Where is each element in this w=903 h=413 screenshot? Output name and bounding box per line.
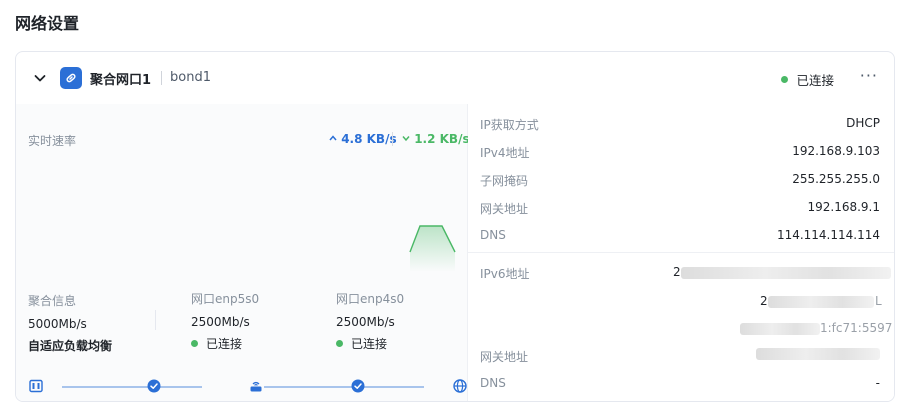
bond-name: bond1: [170, 70, 211, 85]
status-dot-icon: [781, 76, 789, 83]
ipv4-address-value: 192.168.9.103: [792, 144, 880, 158]
speed-label: 实时速率: [28, 134, 77, 148]
bond-card: 聚合网口1 bond1 已连接 ··· 实时速率 4.8 KB/s 1.2 KB…: [15, 51, 895, 402]
ipv6-address-fragment: 2: [760, 294, 768, 308]
bond-title: 聚合网口1: [90, 73, 152, 88]
ipv6-dns-label: DNS: [480, 376, 506, 390]
redacted-value: [740, 323, 820, 335]
device-icon: [28, 378, 44, 394]
check-circle-icon: [146, 378, 162, 394]
port-enp5s0: 网口enp5s0 2500Mb/s 已连接: [191, 290, 259, 352]
traffic-sparkline: [409, 225, 456, 272]
subnet-mask-label: 子网掩码: [480, 174, 529, 188]
ip-details-panel: IP获取方式 DHCP IPv4地址 192.168.9.103 子网掩码 25…: [468, 104, 894, 401]
port-status-text: 已连接: [351, 337, 388, 351]
gateway-row: 网关地址 192.168.9.1: [480, 200, 880, 216]
upload-speed: 4.8 KB/s: [329, 132, 397, 146]
link-icon: [60, 67, 82, 89]
port-enp4s0: 网口enp4s0 2500Mb/s 已连接: [336, 290, 404, 352]
status-dot-icon: [191, 340, 198, 347]
topology-link: [62, 386, 202, 388]
ip-method-label: IP获取方式: [480, 118, 539, 132]
ip-method-row: IP获取方式 DHCP: [480, 116, 880, 132]
ipv6-address-fragment: L: [875, 294, 882, 308]
page-title: 网络设置: [15, 14, 80, 33]
aggregate-mode: 自适应负载均衡: [28, 339, 113, 353]
port-label: 网口enp4s0: [336, 292, 405, 306]
port-status: 已连接: [191, 335, 259, 352]
gateway-value: 192.168.9.1: [807, 200, 880, 214]
download-speed-value: 1.2 KB/s: [414, 132, 470, 146]
check-circle-icon: [350, 378, 366, 394]
more-options-button[interactable]: ···: [860, 66, 878, 85]
redacted-value: [768, 296, 874, 308]
globe-icon: [452, 378, 468, 394]
ipv6-dns-row: DNS -: [480, 376, 880, 392]
ip-method-value: DHCP: [846, 116, 880, 130]
arrow-down-icon: [402, 136, 410, 142]
port-status-text: 已连接: [206, 337, 243, 351]
subnet-mask-row: 子网掩码 255.255.255.0: [480, 172, 880, 188]
download-speed: 1.2 KB/s: [402, 132, 470, 146]
port-speed: 2500Mb/s: [191, 315, 250, 329]
redacted-value: [681, 267, 891, 279]
ipv6-dns-value: -: [875, 376, 880, 390]
ipv4-address-label: IPv4地址: [480, 146, 530, 160]
upload-speed-value: 4.8 KB/s: [341, 132, 397, 146]
topology-link: [264, 386, 424, 388]
dns-value: 114.114.114.114: [776, 228, 880, 242]
ipv6-address-fragment: 2: [673, 265, 681, 279]
port-status: 已连接: [336, 335, 404, 352]
dns-row: DNS 114.114.114.114: [480, 228, 880, 244]
aggregate-info: 聚合信息 5000Mb/s 自适应负载均衡: [28, 292, 112, 360]
network-topology: [28, 378, 467, 396]
ipv6-gateway-label: 网关地址: [480, 350, 529, 364]
redacted-value: [756, 348, 880, 360]
chevron-down-icon[interactable]: [32, 70, 48, 86]
title-divider: [161, 71, 162, 85]
status-dot-icon: [336, 340, 343, 347]
aggregate-label: 聚合信息: [28, 294, 77, 308]
subnet-mask-value: 255.255.255.0: [792, 172, 880, 186]
port-label: 网口enp5s0: [191, 292, 260, 306]
aggregate-speed: 5000Mb/s: [28, 317, 87, 331]
ipv6-address-label: IPv6地址: [480, 267, 530, 281]
router-icon: [248, 378, 264, 394]
section-divider: [468, 252, 894, 253]
traffic-panel: 实时速率 4.8 KB/s 1.2 KB/s 聚合信息 5000Mb/s 自适应…: [16, 104, 470, 401]
arrow-up-icon: [329, 135, 337, 141]
ipv4-address-row: IPv4地址 192.168.9.103: [480, 144, 880, 160]
gateway-label: 网关地址: [480, 202, 529, 216]
bond-card-header[interactable]: 聚合网口1 bond1 已连接 ···: [16, 52, 894, 104]
column-divider: [155, 310, 156, 330]
connection-status-text: 已连接: [796, 73, 834, 88]
connection-status: 已连接: [781, 70, 834, 89]
dns-label: DNS: [480, 228, 506, 242]
port-speed: 2500Mb/s: [336, 315, 395, 329]
speed-divider: [392, 132, 393, 146]
ipv6-address-fragment: 1:fc71:5597: [820, 321, 893, 335]
